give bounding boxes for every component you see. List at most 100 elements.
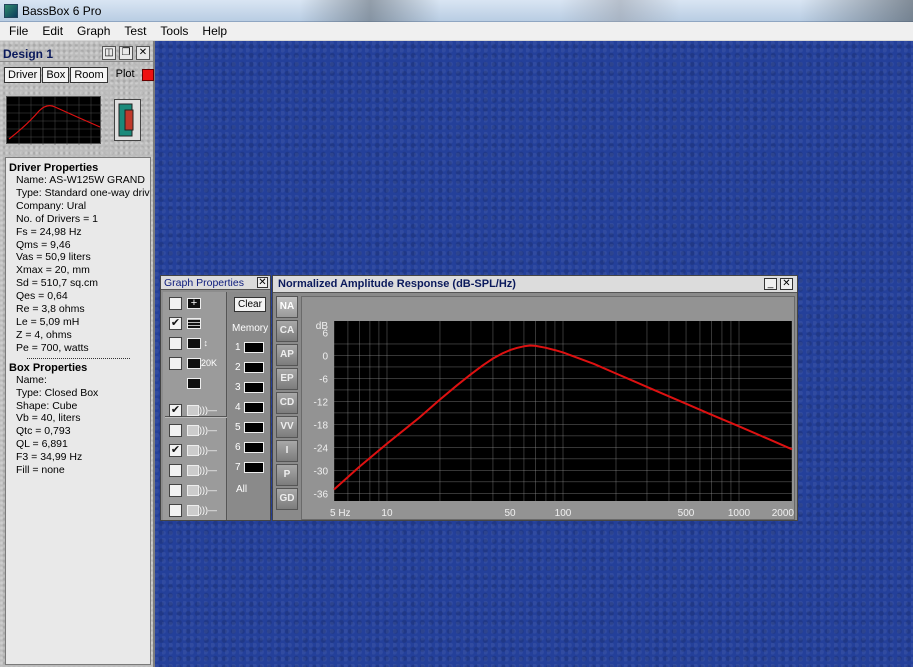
clear-button[interactable]: Clear: [234, 297, 266, 312]
menu-tools[interactable]: Tools: [153, 24, 195, 38]
y-tick-label: -18: [314, 420, 329, 431]
tab-driver[interactable]: Driver: [4, 67, 42, 83]
graph-window: Normalized Amplitude Response (dB-SPL/Hz…: [272, 275, 798, 521]
tab-ap[interactable]: AP: [276, 344, 298, 366]
menu-test[interactable]: Test: [117, 24, 153, 38]
box-property-row: QL = 6,891: [16, 438, 68, 451]
plus-icon: +: [187, 297, 219, 310]
chart-area: 6 0 -6 -12 -18 -24 -30 -36 dB 5 Hz 10 50 100 500 1000 2…: [301, 296, 795, 520]
memory-slot[interactable]: 6: [235, 442, 264, 453]
graph-toggles: + ✔ ↕ 20K ✔)))—)))— ✔)))—)))—)))—)))—: [163, 292, 227, 520]
toggle-checkbox[interactable]: ✔: [169, 404, 182, 417]
restore-icon[interactable]: ❐: [119, 46, 133, 60]
title-bar-blur: [300, 0, 440, 22]
menu-graph[interactable]: Graph: [70, 24, 117, 38]
x-tick-label: 500: [678, 508, 695, 519]
menu-edit[interactable]: Edit: [35, 24, 70, 38]
menu-help[interactable]: Help: [195, 24, 234, 38]
driver-property-row: Sd = 510,7 sq.cm: [16, 277, 99, 290]
driver-icon: )))—: [187, 404, 219, 417]
title-bar-blur: [800, 0, 913, 22]
tab-na[interactable]: NA: [276, 296, 298, 318]
box-property-row: Name:: [16, 373, 47, 386]
menu-bar: File Edit Graph Test Tools Help: [0, 22, 913, 41]
toggle-checkbox[interactable]: ✔: [169, 317, 182, 330]
title-bar: BassBox 6 Pro: [0, 0, 913, 22]
design-tabs: Driver Box Room Plot: [4, 67, 154, 83]
tab-ca[interactable]: CA: [276, 320, 298, 342]
box-properties-heading: Box Properties: [9, 361, 88, 374]
grid-icon: [187, 317, 219, 330]
x-tick-label: 2000: [772, 508, 795, 519]
toggle-checkbox[interactable]: [169, 504, 182, 517]
memory-slot[interactable]: 1: [235, 342, 264, 353]
tab-plot[interactable]: Plot: [113, 67, 138, 83]
y-tick-label: -6: [319, 374, 328, 385]
room-icon: )))—: [187, 444, 219, 457]
box-property-row: Shape: Cube: [16, 399, 78, 412]
graph-properties-title: Graph Properties: [164, 277, 244, 289]
toggle-checkbox[interactable]: [169, 484, 182, 497]
y-tick-label: -12: [314, 397, 329, 408]
tab-cd[interactable]: CD: [276, 392, 298, 414]
design-title: Design 1: [3, 47, 54, 61]
driver-property-row: Z = 4, ohms: [16, 328, 72, 341]
y-tick-label: -30: [314, 466, 329, 477]
toggle-checkbox[interactable]: [169, 297, 182, 310]
toggle-checkbox[interactable]: ✔: [169, 444, 182, 457]
box-property-row: F3 = 34,99 Hz: [16, 451, 83, 464]
tab-room[interactable]: Room: [70, 67, 108, 83]
x-tick-label: 10: [381, 508, 393, 519]
memory-all-button[interactable]: All: [236, 484, 247, 495]
tab-i[interactable]: I: [276, 440, 298, 462]
driver-property-row: Fs = 24,98 Hz: [16, 225, 82, 238]
toggle-checkbox[interactable]: [169, 424, 182, 437]
driver-property-row: Pe = 700, watts: [16, 341, 89, 354]
y-tick-label: -36: [314, 489, 329, 500]
section-divider: [27, 357, 130, 359]
driver-property-row: Name: AS-W125W GRAND: [16, 174, 145, 186]
tab-box[interactable]: Box: [42, 67, 70, 83]
design-panel-header: Design 1 ◫ ❐ ✕: [0, 45, 153, 62]
x-tick-label: 5 Hz: [330, 508, 351, 519]
title-bar-blur: [560, 0, 680, 22]
tab-gd[interactable]: GD: [276, 488, 298, 510]
memory-slot[interactable]: 3: [235, 382, 264, 393]
box-thumbnail-icon[interactable]: [114, 99, 141, 141]
memory-slot[interactable]: 4: [235, 402, 264, 413]
x-tick-label: 50: [504, 508, 516, 519]
box-icon: )))—: [187, 424, 219, 437]
y-tick-label: -24: [314, 443, 329, 454]
memory-slot[interactable]: 7: [235, 462, 264, 473]
toggle-checkbox[interactable]: [169, 464, 182, 477]
driver-properties-heading: Driver Properties: [9, 162, 99, 174]
graph-properties-header: Graph Properties ✕: [161, 276, 270, 290]
menu-file[interactable]: File: [2, 24, 35, 38]
app-title: BassBox 6 Pro: [22, 4, 102, 18]
tab-vv[interactable]: VV: [276, 416, 298, 438]
driver-property-row: Qms = 9,46: [16, 238, 71, 251]
close-icon[interactable]: ✕: [136, 46, 150, 60]
driver-property-row: Company: Ural: [16, 199, 87, 212]
close-icon[interactable]: ✕: [780, 278, 793, 290]
response-thumbnail[interactable]: [6, 96, 102, 145]
plot-color-swatch[interactable]: [141, 69, 154, 81]
box-property-row: Type: Closed Box: [16, 386, 99, 399]
memory-slot[interactable]: 5: [235, 422, 264, 433]
box-property-row: Vb = 40, liters: [16, 412, 81, 425]
minimize-icon[interactable]: _: [764, 278, 777, 290]
graph-window-title: Normalized Amplitude Response (dB-SPL/Hz…: [278, 278, 516, 290]
toggle-checkbox[interactable]: [169, 337, 182, 350]
driver-property-row: Type: Standard one-way driv: [16, 186, 150, 199]
tab-ep[interactable]: EP: [276, 368, 298, 390]
toggle-checkbox[interactable]: [169, 357, 182, 370]
close-icon[interactable]: ✕: [257, 277, 268, 288]
y-tick-label: 0: [322, 351, 328, 362]
app-icon: [4, 4, 18, 18]
memory-slot[interactable]: 2: [235, 362, 264, 373]
tab-p[interactable]: P: [276, 464, 298, 486]
frequency-range-icon: 20K: [187, 357, 219, 370]
box-property-row: Fill = none: [16, 464, 65, 477]
save-icon[interactable]: ◫: [102, 46, 116, 60]
memory-column: Clear Memory All 1 2 3 4 5 6 7: [228, 292, 270, 520]
